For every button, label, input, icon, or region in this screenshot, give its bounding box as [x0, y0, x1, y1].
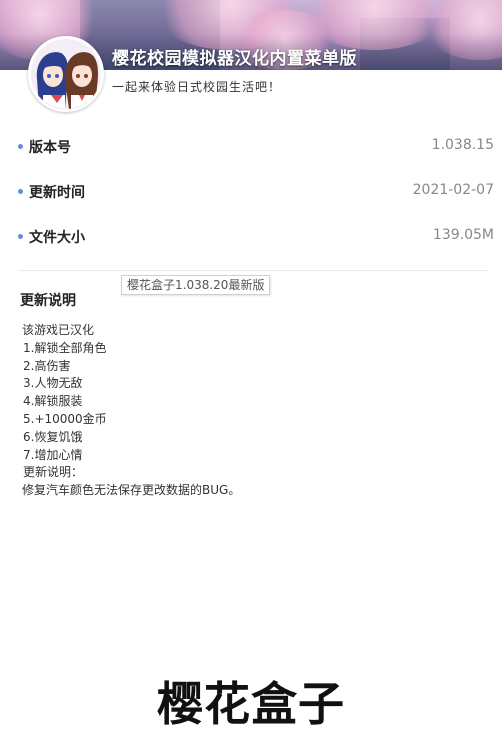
note-line: 4.解锁服装	[23, 394, 83, 409]
dot-icon	[18, 234, 23, 239]
app-icon-avatar[interactable]	[28, 36, 104, 112]
file-size-value: 139.05M	[432, 227, 494, 243]
note-line: 6.恢复饥饿	[23, 429, 83, 444]
tooltip-box: 樱花盒子1.038.20最新版	[121, 275, 271, 295]
anime-characters-icon	[31, 39, 101, 109]
note-line: 修复汽车颜色无法保存更改数据的BUG。	[22, 483, 241, 498]
version-value: 1.038.15	[431, 137, 494, 153]
update-time-value: 2021-02-07	[412, 182, 494, 198]
dot-icon	[18, 189, 23, 194]
app-subtitle: 一起来体验日式校园生活吧！	[112, 80, 282, 94]
info-row-file-size: 文件大小 139.05M	[18, 227, 494, 249]
note-line: 3.人物无敌	[23, 376, 83, 391]
dot-icon	[18, 144, 23, 149]
note-line: 7.增加心情	[23, 447, 83, 462]
note-line: 该游戏已汉化	[22, 323, 95, 337]
app-title: 樱花校园模拟器汉化内置菜单版	[112, 49, 357, 69]
section-divider	[18, 270, 488, 271]
update-notes: 该游戏已汉化 1.解锁全部角色 2.高伤害 3.人物无敌 4.解锁服装 5.+1…	[22, 322, 482, 500]
update-time-label: 更新时间	[29, 185, 85, 201]
update-notes-title: 更新说明	[20, 293, 76, 309]
note-line: 更新说明：	[23, 465, 84, 480]
file-size-label: 文件大小	[29, 230, 85, 246]
watermark-text: 樱花盒子	[157, 677, 345, 731]
note-line: 1.解锁全部角色	[23, 340, 107, 355]
info-row-update-time: 更新时间 2021-02-07	[18, 182, 494, 204]
note-line: 2.高伤害	[23, 358, 71, 373]
note-line: 5.+10000金币	[23, 411, 107, 426]
info-row-version: 版本号 1.038.15	[18, 137, 494, 159]
version-label: 版本号	[29, 140, 71, 156]
